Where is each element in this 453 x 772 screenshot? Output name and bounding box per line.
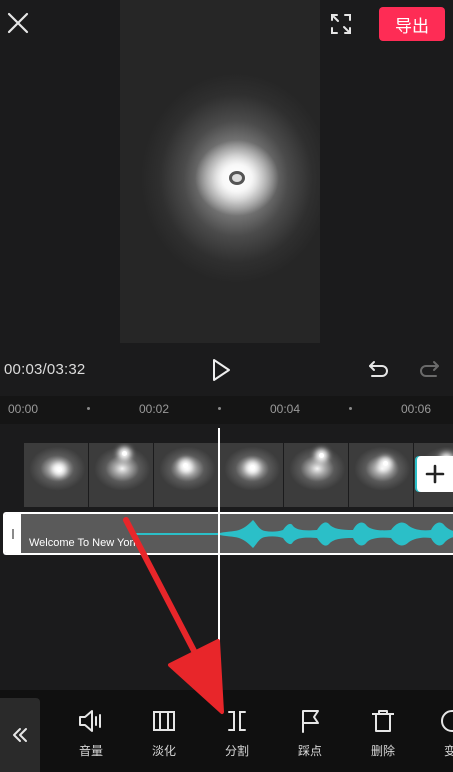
volume-icon <box>79 710 101 732</box>
tick-dot <box>87 407 90 410</box>
audio-trim-handle[interactable] <box>5 514 21 553</box>
undo-icon <box>369 361 388 377</box>
speed-icon <box>441 710 453 732</box>
video-thumbnail <box>154 443 219 507</box>
fullscreen-icon <box>331 14 351 34</box>
double-chevron-left-icon <box>13 728 27 742</box>
redo-icon <box>420 361 439 377</box>
tick-dot <box>218 407 221 410</box>
fullscreen-button[interactable] <box>329 12 353 36</box>
tool-delete[interactable]: 删除 <box>355 708 411 764</box>
video-thumbnail <box>24 443 89 507</box>
video-thumbnail <box>89 443 154 507</box>
tool-label: 删除 <box>370 744 395 758</box>
export-button[interactable]: 导出 <box>379 7 445 41</box>
timeline-ruler[interactable]: 00:00 00:02 00:04 00:06 <box>0 396 453 424</box>
preview-frame-image <box>195 140 279 216</box>
audio-title: Welcome To New York <box>29 537 139 549</box>
tool-split[interactable]: 分割 <box>209 708 265 764</box>
audio-track[interactable]: Welcome To New York <box>3 512 453 555</box>
tool-label: 变 <box>444 744 453 758</box>
tool-speed[interactable]: 变 <box>428 708 453 764</box>
tool-beat[interactable]: 踩点 <box>282 708 338 764</box>
time-display: 00:03/03:32 <box>4 361 86 378</box>
plus-icon <box>425 464 445 484</box>
video-track[interactable] <box>24 443 453 507</box>
close-icon <box>7 12 29 34</box>
tick-label: 00:06 <box>401 402 432 416</box>
tool-label: 音量 <box>78 744 103 758</box>
tick-label: 00:04 <box>270 402 301 416</box>
delete-icon <box>372 710 394 732</box>
collapse-toolbar-button[interactable] <box>0 698 40 772</box>
add-clip-button[interactable] <box>417 456 453 492</box>
split-icon <box>228 711 246 731</box>
play-button[interactable] <box>209 357 233 383</box>
tick-dot <box>349 407 352 410</box>
tool-volume[interactable]: 音量 <box>63 708 119 764</box>
tick-label: 00:00 <box>8 402 39 416</box>
beat-flag-icon <box>302 710 319 733</box>
video-thumbnail <box>349 443 414 507</box>
close-button[interactable] <box>6 10 30 36</box>
video-thumbnail <box>219 443 284 507</box>
tool-label: 踩点 <box>297 744 322 758</box>
undo-button[interactable] <box>366 357 390 381</box>
video-preview[interactable] <box>120 0 320 343</box>
tick-label: 00:02 <box>139 402 170 416</box>
playhead[interactable] <box>218 428 220 690</box>
redo-button[interactable] <box>418 357 442 381</box>
fade-icon <box>153 711 175 731</box>
tool-fade[interactable]: 淡化 <box>136 708 192 764</box>
video-thumbnail <box>284 443 349 507</box>
tool-label: 分割 <box>224 744 249 758</box>
tool-label: 淡化 <box>151 744 176 758</box>
play-icon <box>213 359 230 381</box>
